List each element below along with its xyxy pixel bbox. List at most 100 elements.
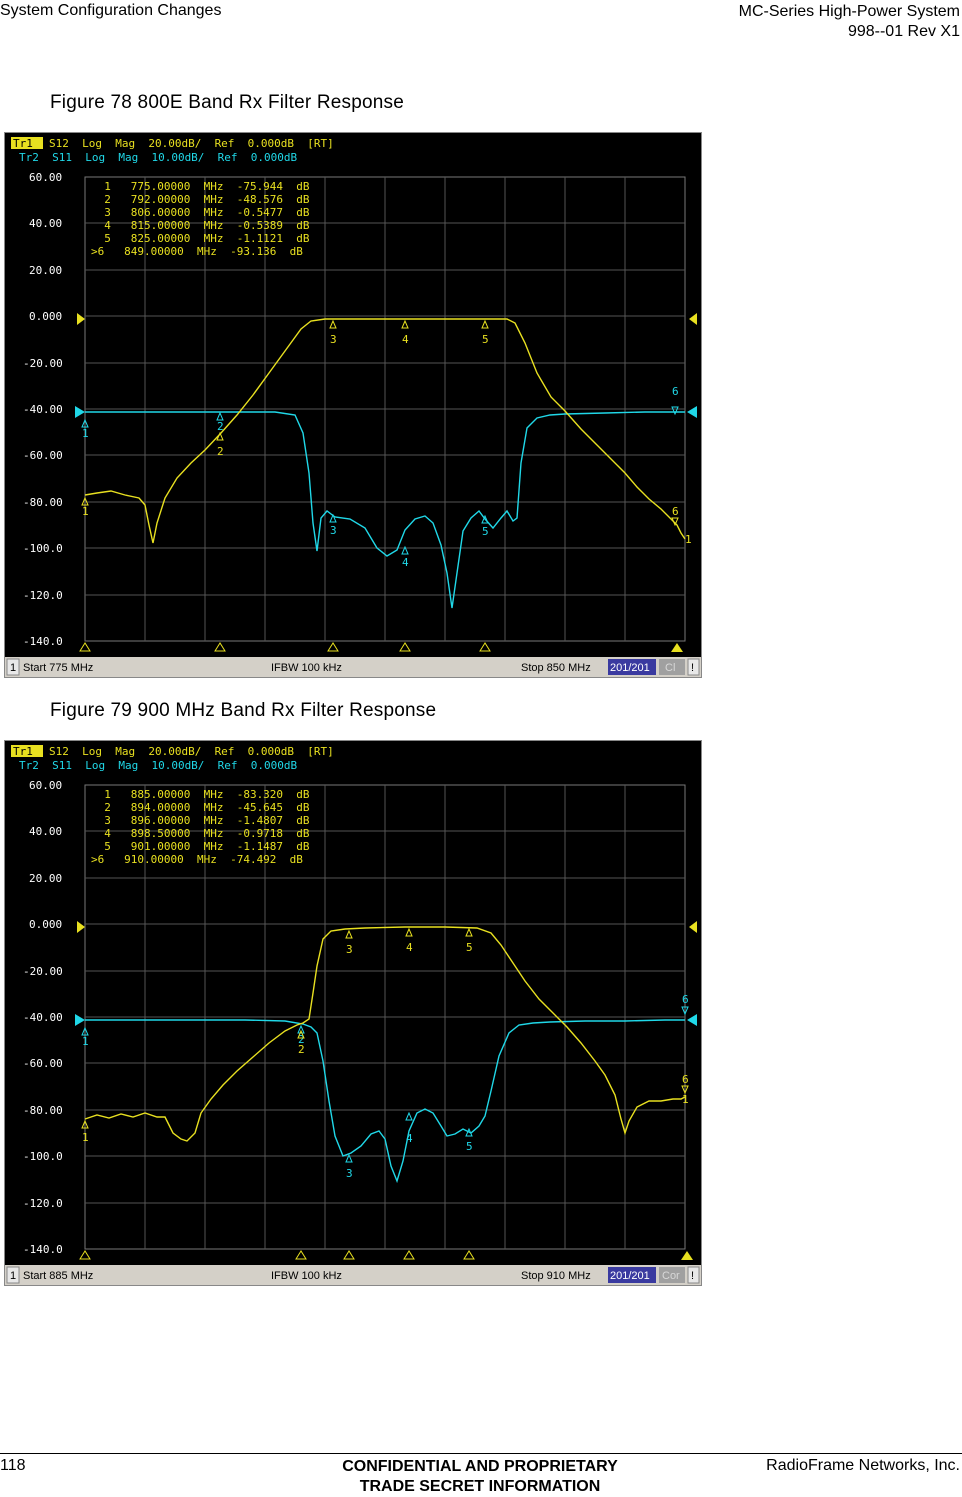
y-tick: -100.0 — [23, 1150, 63, 1163]
y-tick: 0.000 — [29, 310, 62, 323]
svg-text:5: 5 — [466, 1140, 473, 1153]
svg-text:1: 1 — [82, 1131, 89, 1144]
svg-text:1: 1 — [682, 1093, 689, 1106]
footer-divider — [0, 1453, 962, 1454]
svg-text:4: 4 — [402, 333, 409, 346]
svg-text:1: 1 — [82, 427, 89, 440]
svg-text:4: 4 — [406, 941, 413, 954]
y-tick: 20.00 — [29, 872, 62, 885]
sweep-points: 201/201 — [610, 1270, 650, 1282]
svg-text:6: 6 — [672, 505, 679, 518]
y-axis-labels: 60.00 40.00 20.00 0.000 -20.00 -40.00 -6… — [23, 171, 63, 648]
confidential-line: CONFIDENTIAL AND PROPRIETARY — [342, 1458, 618, 1475]
marker-row: 1 885.00000 MHz -83.320 dB — [91, 788, 310, 801]
marker-row: 2 792.00000 MHz -48.576 dB — [91, 193, 310, 206]
tr1-tag: Tr1 — [13, 745, 33, 758]
ref-level-marker-right — [689, 313, 697, 325]
status-bar — [5, 1265, 701, 1285]
tr1-settings: S12 Log Mag 20.00dB/ Ref 0.000dB [RT] — [49, 745, 334, 758]
start-frequency: Start 775 MHz — [23, 662, 93, 674]
network-analyzer-screen-79: Tr1 S12 Log Mag 20.00dB/ Ref 0.000dB [RT… — [4, 740, 702, 1286]
stop-frequency: Stop 910 MHz — [521, 1270, 591, 1282]
y-tick: 40.00 — [29, 217, 62, 230]
y-tick: -140.0 — [23, 1243, 63, 1256]
marker-row: 4 898.50000 MHz -0.9718 dB — [91, 827, 310, 840]
ref-level-marker-left-tr2 — [75, 406, 85, 418]
svg-text:1: 1 — [82, 1035, 89, 1048]
y-tick: 60.00 — [29, 779, 62, 792]
marker-row: 2 894.00000 MHz -45.645 dB — [91, 801, 310, 814]
marker-table: 1 775.00000 MHz -75.944 dB 2 792.00000 M… — [91, 180, 310, 258]
svg-text:2: 2 — [217, 420, 224, 433]
bottom-marker-triangles — [79, 1250, 475, 1260]
active-marker-triangle — [671, 643, 683, 652]
figure-79-caption: Figure 79 900 MHz Band Rx Filter Respons… — [50, 700, 437, 721]
analyzer-plot-79: Tr1 S12 Log Mag 20.00dB/ Ref 0.000dB [RT… — [5, 745, 701, 1285]
svg-text:3: 3 — [346, 1167, 353, 1180]
ifbw-setting: IFBW 100 kHz — [271, 1270, 342, 1282]
svg-text:6: 6 — [672, 385, 679, 398]
channel-number: 1 — [10, 1270, 16, 1282]
status-bar — [5, 657, 701, 677]
marker-row: >6 910.00000 MHz -74.492 dB — [91, 853, 303, 866]
active-marker-triangle — [681, 1251, 693, 1260]
svg-text:6: 6 — [682, 1073, 689, 1086]
marker-table: 1 885.00000 MHz -83.320 dB 2 894.00000 M… — [91, 788, 310, 866]
marker-row: 1 775.00000 MHz -75.944 dB — [91, 180, 310, 193]
company-name: RadioFrame Networks, Inc. — [766, 1457, 960, 1474]
svg-text:5: 5 — [482, 333, 489, 346]
cal-status: Cl — [665, 662, 675, 674]
y-tick: -120.0 — [23, 1197, 63, 1210]
marker-row: 4 815.00000 MHz -0.5389 dB — [91, 219, 310, 232]
svg-text:1: 1 — [82, 505, 89, 518]
alert-flag: ! — [691, 1270, 694, 1282]
trade-secret-line: TRADE SECRET INFORMATION — [359, 1478, 601, 1495]
y-tick: -80.00 — [23, 496, 63, 509]
marker-row: 5 901.00000 MHz -1.1487 dB — [91, 840, 310, 853]
y-tick: -80.00 — [23, 1104, 63, 1117]
tr2-settings: Tr2 S11 Log Mag 10.00dB/ Ref 0.000dB — [19, 759, 298, 772]
marker-row: 3 896.00000 MHz -1.4807 dB — [91, 814, 310, 827]
y-tick: -120.0 — [23, 589, 63, 602]
svg-text:3: 3 — [330, 333, 337, 346]
svg-text:3: 3 — [330, 524, 337, 537]
ref-level-marker-left-tr2 — [75, 1014, 85, 1026]
stop-frequency: Stop 850 MHz — [521, 662, 591, 674]
svg-text:1: 1 — [685, 533, 692, 546]
marker-row: 3 806.00000 MHz -0.5477 dB — [91, 206, 310, 219]
header-revision: 998--01 Rev X1 — [847, 23, 960, 40]
svg-text:2: 2 — [298, 1043, 305, 1056]
header-doc-id: MC-Series High-Power System 998--01 Rev … — [739, 2, 960, 42]
ref-level-marker-left — [77, 921, 85, 933]
y-tick: -40.00 — [23, 403, 63, 416]
svg-text:4: 4 — [406, 1132, 413, 1145]
figure-78-caption: Figure 78 800E Band Rx Filter Response — [50, 92, 405, 113]
marker-row: >6 849.00000 MHz -93.136 dB — [91, 245, 303, 258]
y-tick: -40.00 — [23, 1011, 63, 1024]
y-tick: -100.0 — [23, 542, 63, 555]
tr2-settings: Tr2 S11 Log Mag 10.00dB/ Ref 0.000dB — [19, 151, 298, 164]
network-analyzer-screen-78: Tr1 S12 Log Mag 20.00dB/ Ref 0.000dB [RT… — [4, 132, 702, 678]
tr1-tag: Tr1 — [13, 137, 33, 150]
y-tick: -60.00 — [23, 1057, 63, 1070]
svg-text:5: 5 — [482, 525, 489, 538]
ref-level-marker-right-tr2 — [687, 406, 697, 418]
start-frequency: Start 885 MHz — [23, 1270, 93, 1282]
sweep-points: 201/201 — [610, 662, 650, 674]
channel-number: 1 — [10, 662, 16, 674]
y-tick: -20.00 — [23, 965, 63, 978]
confidentiality-notice: CONFIDENTIAL AND PROPRIETARY TRADE SECRE… — [240, 1457, 720, 1497]
y-tick: -140.0 — [23, 635, 63, 648]
alert-flag: ! — [691, 662, 694, 674]
y-tick: -20.00 — [23, 357, 63, 370]
y-tick: 20.00 — [29, 264, 62, 277]
tr1-settings: S12 Log Mag 20.00dB/ Ref 0.000dB [RT] — [49, 137, 334, 150]
y-axis-labels: 60.00 40.00 20.00 0.000 -20.00 -40.00 -6… — [23, 779, 63, 1256]
ref-level-marker-left — [77, 313, 85, 325]
ref-level-marker-right — [689, 921, 697, 933]
svg-text:4: 4 — [402, 556, 409, 569]
header-section-title: System Configuration Changes — [0, 2, 222, 19]
header-product: MC-Series High-Power System — [738, 3, 960, 20]
y-tick: 0.000 — [29, 918, 62, 931]
marker-row: 5 825.00000 MHz -1.1121 dB — [91, 232, 310, 245]
